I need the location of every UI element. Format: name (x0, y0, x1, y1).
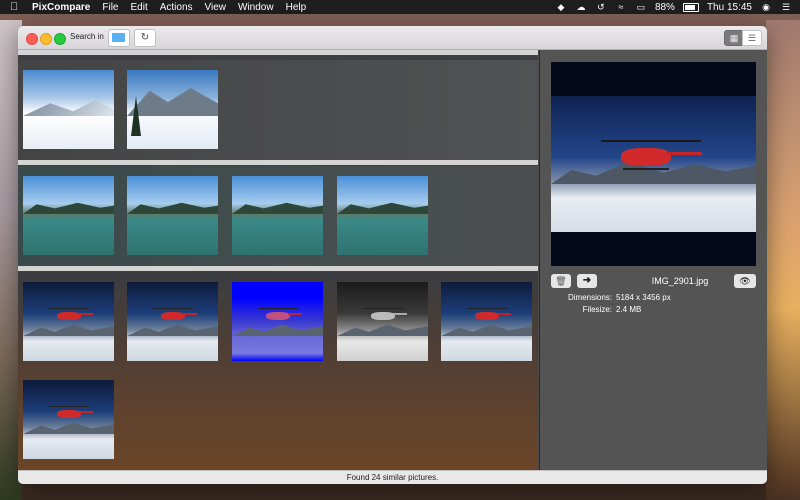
trash-icon: 🗑 (555, 276, 567, 286)
wifi-icon[interactable]: ≈ (615, 2, 627, 12)
zoom-window-button[interactable] (54, 33, 66, 45)
arrow-right-circle-icon: ➜ (582, 275, 592, 286)
thumbnail[interactable] (21, 372, 116, 467)
refresh-icon: ↻ (140, 32, 150, 43)
grid-view-button[interactable]: ▦ (724, 30, 744, 46)
file-info: Dimensions: 5184 x 3456 px Filesize: 2.4 M… (554, 292, 671, 316)
menubar-clock[interactable]: Thu 15:45 (707, 2, 752, 13)
list-icon: ☰ (747, 33, 757, 43)
thumbnail[interactable] (21, 274, 116, 369)
similar-group-1 (18, 60, 538, 160)
delete-button[interactable]: 🗑 (551, 274, 571, 288)
menu-help[interactable]: Help (286, 2, 307, 13)
detail-panel: 🗑 ➜ IMG_2901.jpg 👁 Dimensions: 5184 x 345… (539, 50, 767, 470)
thumbnail-selected[interactable] (230, 274, 325, 369)
menu-bar:  PixCompare File Edit Actions View Wind… (0, 0, 800, 14)
similar-group-2 (18, 166, 538, 266)
thumbnail[interactable] (125, 168, 220, 263)
group-separator (18, 160, 538, 165)
menu-file[interactable]: File (102, 2, 118, 13)
thumbnail[interactable] (21, 62, 116, 157)
close-window-button[interactable] (26, 33, 38, 45)
airplay-icon[interactable]: ▭ (635, 2, 647, 12)
dimensions-label: Dimensions: (567, 293, 612, 302)
file-name: IMG_2901.jpg (651, 276, 709, 286)
notification-center-icon[interactable]: ☰ (780, 2, 792, 12)
time-machine-icon[interactable]: ↺ (595, 2, 607, 12)
battery-percent: 88% (654, 1, 675, 13)
dropbox-icon[interactable]: ◆ (555, 2, 567, 12)
thumbnail[interactable] (21, 168, 116, 263)
filesize-label: Filesize: (582, 305, 612, 314)
folder-icon (112, 33, 125, 42)
dimensions-value: 5184 x 3456 px (616, 293, 671, 302)
search-in-label: Search in (70, 32, 104, 41)
siri-icon[interactable]: ◉ (760, 2, 772, 12)
group-separator (18, 266, 538, 271)
minimize-window-button[interactable] (40, 33, 52, 45)
filesize-row: Filesize: 2.4 MB (554, 304, 671, 316)
menu-view[interactable]: View (205, 2, 227, 13)
choose-folder-button[interactable] (108, 29, 130, 47)
grid-icon: ▦ (729, 33, 739, 43)
group-separator (18, 50, 538, 55)
thumbnail[interactable] (335, 168, 430, 263)
similar-groups-grid[interactable] (18, 50, 538, 470)
thumbnail[interactable] (439, 274, 534, 369)
app-window: Search in ↻ ▦ ☰ 🗑 ➜ IMG_2901.jpg 👁 Dimen… (18, 26, 767, 484)
menu-actions[interactable]: Actions (160, 2, 193, 13)
title-bar: Search in ↻ ▦ ☰ (18, 26, 767, 50)
quick-look-button[interactable]: 👁 (734, 274, 756, 288)
menu-window[interactable]: Window (238, 2, 274, 13)
list-view-button[interactable]: ☰ (742, 30, 762, 46)
thumbnail[interactable] (335, 274, 430, 369)
eye-icon: 👁 (739, 276, 751, 286)
filesize-value: 2.4 MB (616, 305, 642, 314)
status-bar: Found 24 similar pictures. (18, 470, 767, 484)
thumbnail[interactable] (125, 62, 220, 157)
apple-icon[interactable]:  (10, 1, 22, 13)
menu-app-name[interactable]: PixCompare (32, 2, 90, 13)
battery-icon[interactable] (682, 2, 699, 12)
dimensions-row: Dimensions: 5184 x 3456 px (554, 292, 671, 304)
refresh-button[interactable]: ↻ (134, 29, 156, 47)
menu-edit[interactable]: Edit (130, 2, 147, 13)
reveal-button[interactable]: ➜ (577, 274, 597, 288)
similar-group-3 (18, 272, 538, 470)
cloud-sync-icon[interactable]: ☁ (575, 2, 587, 12)
desktop-wallpaper-right (766, 20, 800, 500)
status-text: Found 24 similar pictures. (346, 473, 439, 482)
image-preview[interactable] (551, 62, 756, 266)
thumbnail[interactable] (125, 274, 220, 369)
status-menus: ◆ ☁ ↺ ≈ ▭ 88% Thu 15:45 ◉ ☰ (555, 2, 792, 13)
thumbnail[interactable] (230, 168, 325, 263)
